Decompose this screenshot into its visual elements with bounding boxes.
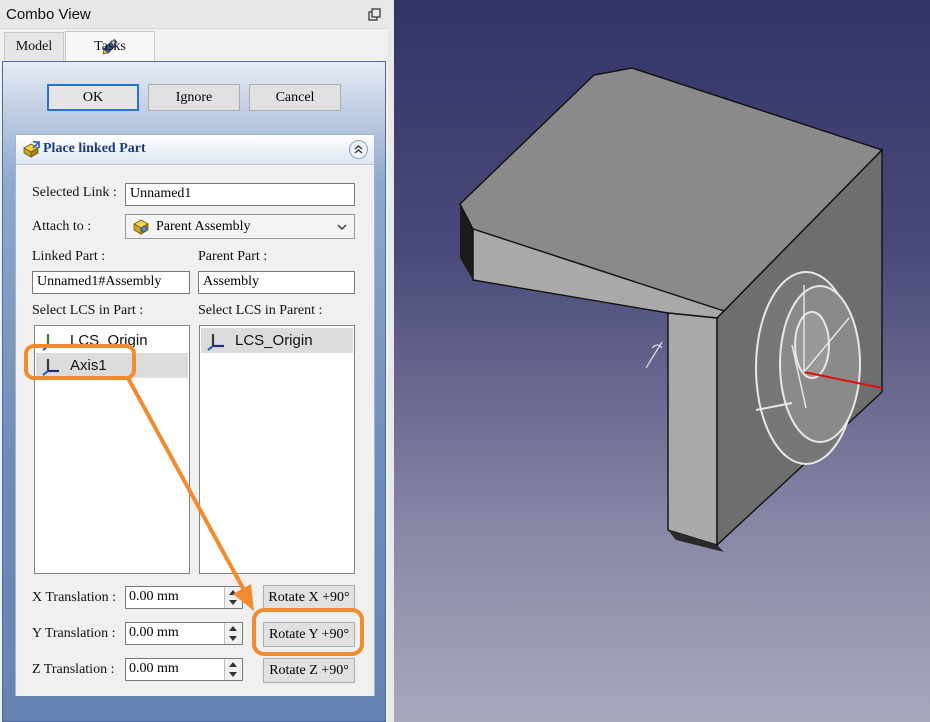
collapse-button[interactable]: [349, 140, 368, 159]
ok-button[interactable]: OK: [47, 84, 139, 111]
lcs-parent-list[interactable]: LCS_Origin: [199, 325, 355, 574]
attach-to-value: Parent Assembly: [156, 218, 251, 234]
rotate-y-button[interactable]: Rotate Y +90°: [263, 622, 355, 647]
place-linked-part-section: Place linked Part Selected Link : Unname…: [15, 134, 375, 696]
attach-to-combo[interactable]: Parent Assembly: [125, 214, 355, 239]
list-item[interactable]: LCS_Origin: [201, 328, 353, 353]
lcs-icon: [42, 333, 59, 351]
undock-icon[interactable]: [368, 8, 382, 22]
attach-to-label: Attach to :: [32, 219, 92, 234]
cancel-button[interactable]: Cancel: [249, 84, 341, 111]
linked-part-label: Linked Part :: [32, 249, 106, 264]
select-lcs-parent-label: Select LCS in Parent :: [198, 303, 323, 318]
parent-part-label: Parent Part :: [198, 249, 268, 264]
z-translation-value: 0.00 mm: [129, 661, 179, 676]
axis-icon: [42, 358, 59, 376]
rotate-x-button[interactable]: Rotate X +90°: [263, 585, 355, 610]
combo-view-panel: Combo View Model Tasks OK Ignore Cancel: [0, 0, 388, 722]
y-translation-value: 0.00 mm: [129, 625, 179, 640]
y-translation-arrows[interactable]: [224, 623, 242, 644]
lcs-part-list[interactable]: LCS_Origin Axis1: [34, 325, 190, 574]
lcs-icon: [207, 333, 224, 351]
list-item[interactable]: Axis1: [36, 353, 188, 378]
combo-view-titlebar: Combo View: [0, 0, 388, 29]
tab-bar: Model Tasks: [0, 29, 388, 61]
z-translation-arrows[interactable]: [224, 659, 242, 680]
list-item-label: Axis1: [70, 357, 107, 374]
selected-link-label: Selected Link :: [32, 185, 117, 200]
ignore-button[interactable]: Ignore: [148, 84, 240, 111]
parent-part-field[interactable]: Assembly: [198, 271, 355, 294]
selected-link-field[interactable]: Unnamed1: [125, 183, 355, 206]
list-item-label: LCS_Origin: [70, 332, 148, 349]
tab-tasks-label: Tasks: [94, 38, 126, 54]
section-body: Selected Link : Unnamed1 Attach to : Par…: [16, 166, 374, 696]
section-title: Place linked Part: [43, 141, 146, 156]
y-translation-label: Y Translation :: [32, 626, 116, 641]
x-translation-label: X Translation :: [32, 590, 117, 605]
combo-view-title: Combo View: [6, 6, 91, 23]
z-translation-label: Z Translation :: [32, 662, 115, 677]
select-lcs-part-label: Select LCS in Part :: [32, 303, 144, 318]
x-translation-value: 0.00 mm: [129, 589, 179, 604]
assembly-icon: [133, 219, 149, 235]
x-translation-arrows[interactable]: [224, 587, 242, 608]
3d-viewport[interactable]: [394, 0, 930, 722]
z-translation-stepper[interactable]: 0.00 mm: [125, 658, 243, 681]
task-area: OK Ignore Cancel Place linked Part Selec…: [2, 61, 386, 722]
place-linked-part-icon: [23, 141, 40, 158]
linked-part-field[interactable]: Unnamed1#Assembly: [32, 271, 190, 294]
y-translation-stepper[interactable]: 0.00 mm: [125, 622, 243, 645]
list-item[interactable]: LCS_Origin: [36, 328, 188, 353]
x-translation-stepper[interactable]: 0.00 mm: [125, 586, 243, 609]
tab-tasks[interactable]: Tasks: [65, 31, 155, 61]
chevron-down-icon: [337, 224, 347, 230]
part-model[interactable]: [394, 0, 930, 722]
rotate-z-button[interactable]: Rotate Z +90°: [263, 658, 355, 683]
tab-model[interactable]: Model: [4, 32, 64, 61]
section-header[interactable]: Place linked Part: [16, 135, 374, 165]
chevron-up-double-icon: [354, 145, 363, 154]
tab-model-label: Model: [15, 39, 53, 54]
list-item-label: LCS_Origin: [235, 332, 313, 349]
